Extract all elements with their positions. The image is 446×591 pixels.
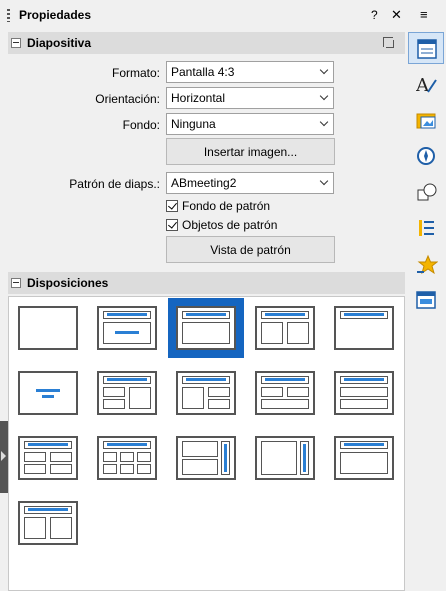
panel-titlebar: Propiedades ? ✕ ≡ bbox=[0, 0, 446, 30]
svg-text:A: A bbox=[416, 75, 430, 96]
layout-title-content-stack[interactable] bbox=[334, 371, 394, 415]
format-select[interactable]: Pantalla 4:3 bbox=[166, 61, 334, 83]
chevron-down-icon[interactable] bbox=[317, 62, 333, 82]
master-objects-label: Objetos de patrón bbox=[182, 218, 278, 232]
properties-icon bbox=[417, 39, 437, 59]
layout-title-vertical-text[interactable] bbox=[334, 436, 394, 480]
collapse-icon[interactable] bbox=[11, 38, 21, 48]
master-slide-label: Patrón de diaps.: bbox=[69, 177, 160, 191]
layout-title-two-content-2[interactable] bbox=[176, 371, 236, 415]
styles-tab[interactable]: A bbox=[408, 68, 444, 100]
chevron-down-icon[interactable] bbox=[317, 88, 333, 108]
format-value: Pantalla 4:3 bbox=[171, 65, 235, 79]
layout-title-content-two[interactable] bbox=[255, 371, 315, 415]
navigator-icon bbox=[417, 147, 435, 165]
layout-blank[interactable] bbox=[18, 306, 78, 350]
help-button[interactable]: ? bbox=[371, 8, 378, 22]
more-options-icon[interactable] bbox=[383, 37, 394, 48]
master-slide-value: ABmeeting2 bbox=[171, 176, 237, 190]
orientation-label: Orientación: bbox=[95, 92, 160, 106]
layouts-section-header[interactable]: Disposiciones bbox=[8, 272, 405, 294]
navigator-tab[interactable] bbox=[408, 140, 444, 172]
sidebar-tabbar: A bbox=[406, 30, 446, 566]
layout-title-two-content-alt[interactable] bbox=[97, 371, 157, 415]
animation-tab[interactable] bbox=[408, 248, 444, 280]
master-slides-tab[interactable] bbox=[408, 284, 444, 316]
layout-title-4-content[interactable] bbox=[18, 436, 78, 480]
slide-transition-tab[interactable] bbox=[408, 212, 444, 244]
slide-section-header[interactable]: Diapositiva bbox=[8, 32, 405, 54]
master-background-checkbox[interactable]: Fondo de patrón bbox=[166, 199, 270, 213]
master-slides-icon bbox=[416, 291, 436, 309]
collapse-icon[interactable] bbox=[11, 278, 21, 288]
slide-section-title: Diapositiva bbox=[27, 36, 92, 50]
properties-deck: Diapositiva Formato: Pantalla 4:3 Orient… bbox=[0, 30, 406, 591]
layout-title-content[interactable] bbox=[97, 306, 157, 350]
gallery-tab[interactable] bbox=[408, 104, 444, 136]
expand-handle[interactable] bbox=[0, 421, 8, 493]
insert-image-button[interactable]: Insertar imagen... bbox=[166, 138, 335, 165]
layout-vertical-title-text[interactable] bbox=[176, 436, 236, 480]
layout-title-two-content[interactable] bbox=[255, 306, 315, 350]
layouts-panel bbox=[8, 296, 405, 591]
layout-title-only[interactable] bbox=[334, 306, 394, 350]
layout-vertical-title-content[interactable] bbox=[255, 436, 315, 480]
orientation-select[interactable]: Horizontal bbox=[166, 87, 334, 109]
format-label: Formato: bbox=[111, 66, 160, 80]
background-select[interactable]: Ninguna bbox=[166, 113, 334, 135]
master-slide-select[interactable]: ABmeeting2 bbox=[166, 172, 334, 194]
background-value: Ninguna bbox=[171, 117, 216, 131]
master-background-label: Fondo de patrón bbox=[182, 199, 271, 213]
properties-tab[interactable] bbox=[408, 32, 444, 64]
chevron-down-icon[interactable] bbox=[317, 114, 333, 134]
layout-title-6-content[interactable] bbox=[97, 436, 157, 480]
slide-transition-icon bbox=[419, 220, 434, 236]
layouts-section-title: Disposiciones bbox=[27, 276, 109, 290]
gallery-icon bbox=[416, 113, 436, 129]
close-button[interactable]: ✕ bbox=[391, 7, 402, 23]
checkbox-checked-icon[interactable] bbox=[166, 200, 178, 212]
background-label: Fondo: bbox=[122, 118, 160, 132]
chevron-down-icon[interactable] bbox=[317, 173, 333, 193]
orientation-value: Horizontal bbox=[171, 91, 226, 105]
sidebar-menu-button[interactable]: ≡ bbox=[420, 7, 428, 22]
layout-title-content-selected[interactable] bbox=[168, 298, 244, 358]
styles-icon: A bbox=[416, 75, 437, 96]
layout-centered-text[interactable] bbox=[18, 371, 78, 415]
drag-grip-icon[interactable] bbox=[7, 9, 10, 22]
master-view-button[interactable]: Vista de patrón bbox=[166, 236, 335, 263]
master-objects-checkbox[interactable]: Objetos de patrón bbox=[166, 218, 277, 232]
panel-title: Propiedades bbox=[19, 8, 92, 22]
shapes-tab[interactable] bbox=[408, 176, 444, 208]
shapes-icon bbox=[417, 183, 437, 201]
checkbox-checked-icon[interactable] bbox=[166, 219, 178, 231]
layout-title-two-content-footer[interactable] bbox=[18, 501, 78, 545]
animation-icon bbox=[417, 254, 438, 275]
